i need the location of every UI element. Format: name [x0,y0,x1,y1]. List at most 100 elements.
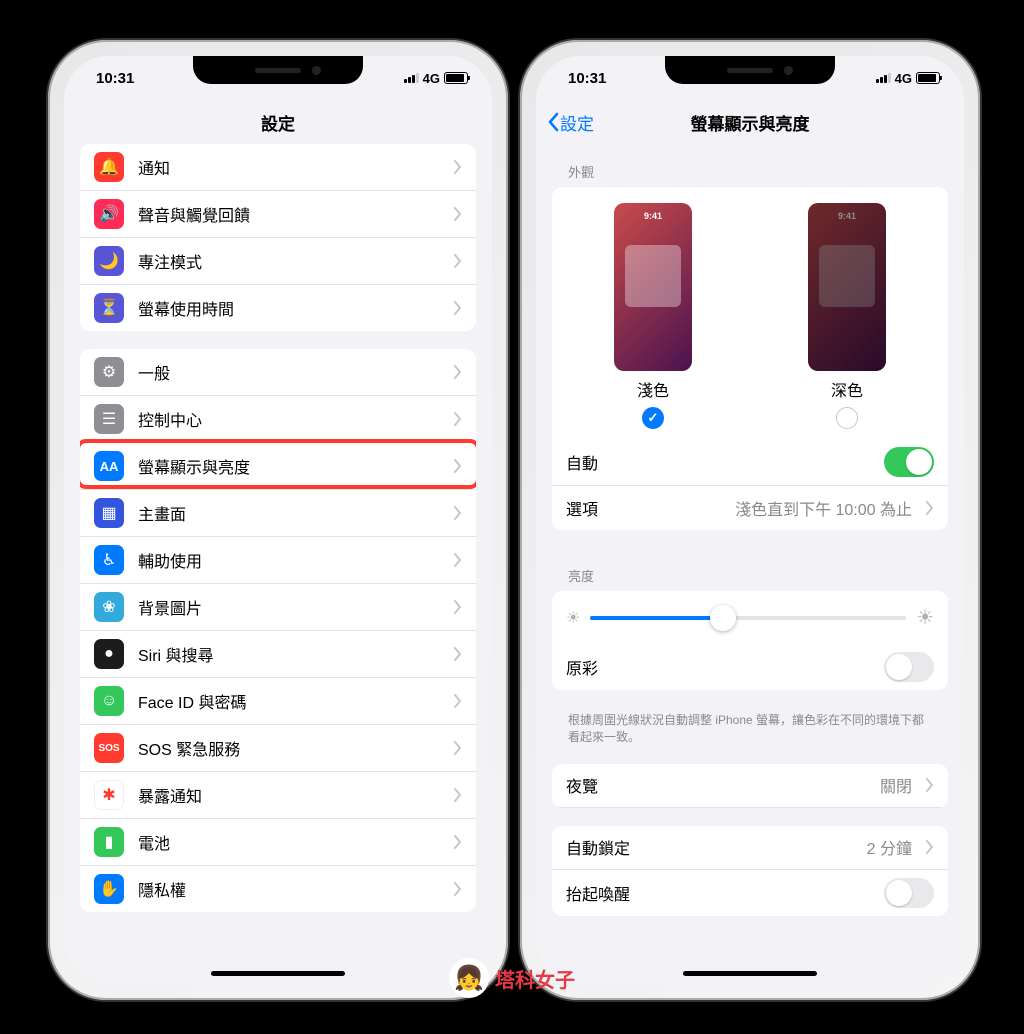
battery-icon: ▮ [94,827,124,857]
light-check-icon[interactable] [642,407,664,429]
truetone-toggle[interactable] [884,652,934,682]
back-label: 設定 [560,110,594,135]
apps-icon: ▦ [94,498,124,528]
row-label: 暴露通知 [138,783,440,807]
back-button[interactable]: 設定 [546,110,594,135]
signal-icon [404,73,419,83]
auto-toggle[interactable] [884,447,934,477]
chevron-right-icon [454,506,462,520]
options-label: 選項 [566,496,721,520]
notch [193,56,363,84]
row-label: 聲音與觸覺回饋 [138,202,440,226]
chevron-right-icon [926,778,934,792]
home-indicator[interactable] [683,971,817,976]
light-label: 淺色 [637,377,669,401]
settings-row-battery[interactable]: ▮電池 [80,819,476,866]
page-title: 設定 [261,110,295,135]
settings-row-bell[interactable]: 🔔 通知 [80,144,476,191]
chevron-right-icon [926,501,934,515]
status-time: 10:31 [568,70,606,87]
autolock-value: 2 分鐘 [867,835,912,859]
chevron-right-icon [454,835,462,849]
switches-icon: ☰ [94,404,124,434]
chevron-right-icon [454,647,462,661]
truetone-row[interactable]: 原彩 [552,644,948,690]
truetone-label: 原彩 [566,655,870,679]
dark-thumbnail: 9:41 [808,203,886,371]
raise-row[interactable]: 抬起喚醒 [552,870,948,916]
settings-row-speaker[interactable]: 🔊 聲音與觸覺回饋 [80,191,476,238]
brightness-slider-row[interactable]: ☀︎ ☀︎ [552,591,948,644]
truetone-footnote: 根據周圍光線狀況自動調整 iPhone 螢幕，讓色彩在不同的環境下都看起來一致。 [552,708,948,764]
row-label: 螢幕顯示與亮度 [138,454,440,478]
chevron-right-icon [454,741,462,755]
settings-row-accessibility[interactable]: ♿︎輔助使用 [80,537,476,584]
signal-icon [876,73,891,83]
row-label: 主畫面 [138,501,440,525]
chevron-right-icon [454,160,462,174]
chevron-right-icon [454,301,462,315]
chevron-right-icon [454,600,462,614]
nightshift-row[interactable]: 夜覽 關閉 [552,764,948,808]
settings-row-hand[interactable]: ✋ 隱私權 [80,866,476,912]
chevron-right-icon [926,840,934,854]
options-row[interactable]: 選項 淺色直到下午 10:00 為止 [552,486,948,530]
settings-row-apps[interactable]: ▦ 主畫面 [80,490,476,537]
chevron-right-icon [454,207,462,221]
chevron-right-icon [454,412,462,426]
settings-row-exposure[interactable]: ✱暴露通知 [80,772,476,819]
auto-row[interactable]: 自動 [552,439,948,486]
appearance-header: 外觀 [552,144,948,187]
row-label: 隱私權 [138,877,440,901]
page-title: 螢幕顯示與亮度 [691,110,810,135]
gear-icon: ⚙︎ [94,357,124,387]
textsize-icon: AA [94,451,124,481]
options-value: 淺色直到下午 10:00 為止 [735,496,912,520]
row-label: 專注模式 [138,249,440,273]
speaker-icon: 🔊 [94,199,124,229]
hourglass-icon: ⏳ [94,293,124,323]
row-label: 螢幕使用時間 [138,296,440,320]
hand-icon: ✋ [94,874,124,904]
settings-row-faceid[interactable]: ☺ Face ID 與密碼 [80,678,476,725]
brightness-header: 亮度 [552,548,948,591]
brightness-slider[interactable] [590,616,906,620]
sun-small-icon: ☀︎ [566,608,580,628]
faceid-icon: ☺ [94,686,124,716]
chevron-right-icon [454,459,462,473]
autolock-label: 自動鎖定 [566,835,853,859]
settings-row-gear[interactable]: ⚙︎ 一般 [80,349,476,396]
raise-label: 抬起喚醒 [566,881,870,905]
chevron-right-icon [454,254,462,268]
raise-toggle[interactable] [884,878,934,908]
row-label: Face ID 與密碼 [138,689,440,713]
settings-row-switches[interactable]: ☰控制中心 [80,396,476,443]
settings-row-wallpaper[interactable]: ❀背景圖片 [80,584,476,631]
row-label: 背景圖片 [138,595,440,619]
siri-icon: ● [94,639,124,669]
accessibility-icon: ♿︎ [94,545,124,575]
appearance-dark-option[interactable]: 9:41 深色 [808,203,886,429]
chevron-right-icon [454,553,462,567]
screen-left: 10:31 4G 設定 🔔通知🔊聲音與觸覺回饋🌙專注模式⏳螢幕使用時間 ⚙︎一般… [64,56,492,984]
row-label: 通知 [138,155,440,179]
settings-row-siri[interactable]: ●Siri 與搜尋 [80,631,476,678]
home-indicator[interactable] [211,971,345,976]
row-label: 一般 [138,360,440,384]
settings-row-hourglass[interactable]: ⏳ 螢幕使用時間 [80,285,476,331]
nav-header-left: 設定 [64,100,492,144]
bell-icon: 🔔 [94,152,124,182]
chevron-right-icon [454,365,462,379]
appearance-light-option[interactable]: 9:41 淺色 [614,203,692,429]
chevron-right-icon [454,788,462,802]
phone-frame-right: 10:31 4G 設定 螢幕顯示與亮度 外觀 9:41 淺色 [520,40,980,1000]
row-label: SOS 緊急服務 [138,736,440,760]
autolock-row[interactable]: 自動鎖定 2 分鐘 [552,826,948,870]
settings-row-moon[interactable]: 🌙專注模式 [80,238,476,285]
carrier-label: 4G [423,71,440,86]
settings-row-textsize[interactable]: AA 螢幕顯示與亮度 [80,443,476,490]
chevron-right-icon [454,882,462,896]
chevron-right-icon [454,694,462,708]
settings-row-sos[interactable]: SOSSOS 緊急服務 [80,725,476,772]
dark-check-icon[interactable] [836,407,858,429]
